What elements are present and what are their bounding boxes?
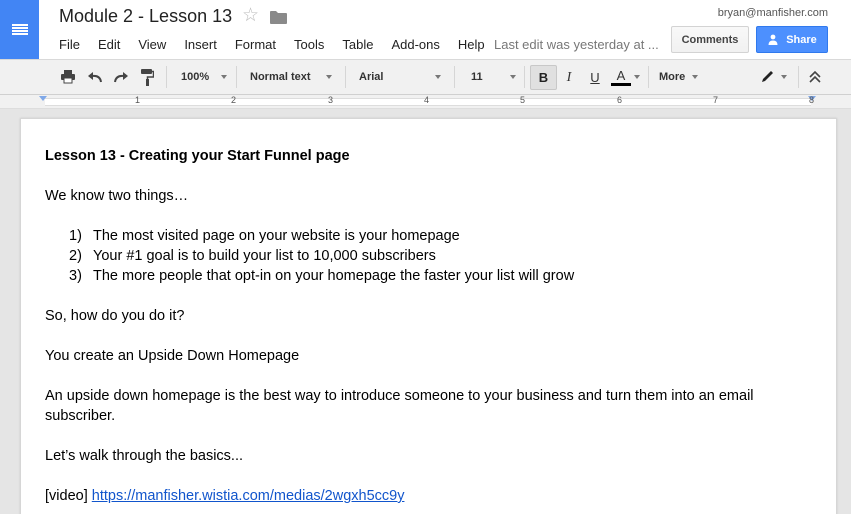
list-text: The most visited page on your website is… <box>93 228 460 244</box>
menu-tools[interactable]: Tools <box>285 37 333 52</box>
ruler-number: 6 <box>617 95 623 105</box>
ruler-number: 4 <box>424 95 430 105</box>
toolbar-divider <box>798 66 799 88</box>
docs-logo-icon[interactable] <box>0 0 39 59</box>
editing-mode-caret-icon[interactable] <box>781 75 787 79</box>
share-person-icon <box>768 34 778 45</box>
last-edit-status[interactable]: Last edit was yesterday at ... <box>494 37 659 52</box>
menu-bar: File Edit View Insert Format Tools Table… <box>50 36 494 52</box>
print-icon[interactable] <box>61 70 75 84</box>
list-text: Your #1 goal is to build your list to 10… <box>93 248 436 264</box>
text-color-label: A <box>616 68 626 83</box>
italic-button[interactable]: I <box>557 65 581 90</box>
text-color-swatch <box>611 83 631 86</box>
ruler-number: 8 <box>809 95 815 105</box>
zoom-select[interactable]: 100% <box>181 60 209 94</box>
list-item: 1) The most visited page on your website… <box>69 226 805 246</box>
numbered-list: 1) The most visited page on your website… <box>45 226 805 286</box>
toolbar-divider <box>454 66 455 88</box>
menu-table[interactable]: Table <box>333 37 382 52</box>
redo-icon[interactable] <box>113 71 129 83</box>
menu-format[interactable]: Format <box>226 37 285 52</box>
answer-paragraph: You create an Upside Down Homepage <box>45 348 300 364</box>
more-caret-icon[interactable] <box>692 75 698 79</box>
folder-icon[interactable] <box>270 11 287 24</box>
toolbar-divider <box>236 66 237 88</box>
document-title[interactable]: Module 2 - Lesson 13 <box>59 6 232 27</box>
video-paragraph: [video] https://manfisher.wistia.com/med… <box>45 486 805 506</box>
comments-button[interactable]: Comments <box>671 26 749 53</box>
video-prefix: [video] <box>45 488 88 504</box>
menu-help[interactable]: Help <box>449 37 494 52</box>
ruler-number: 2 <box>231 95 237 105</box>
share-label: Share <box>786 33 817 46</box>
text-color-button[interactable]: A <box>609 65 633 90</box>
ruler-number: 7 <box>713 95 719 105</box>
ruler: 1 2 3 4 5 6 7 8 <box>0 95 851 109</box>
more-button[interactable]: More <box>659 60 685 94</box>
list-number: 3) <box>69 268 82 284</box>
intro-paragraph: We know two things… <box>45 188 189 204</box>
menu-view[interactable]: View <box>129 37 175 52</box>
list-item: 2) Your #1 goal is to build your list to… <box>69 246 805 266</box>
star-icon[interactable]: ☆ <box>242 6 259 26</box>
font-size-select[interactable]: 11 <box>471 60 483 94</box>
font-select[interactable]: Arial <box>359 60 383 94</box>
bold-button[interactable]: B <box>530 65 557 90</box>
toolbar-divider <box>648 66 649 88</box>
style-caret-icon[interactable] <box>326 75 332 79</box>
header: Module 2 - Lesson 13 ☆ File Edit View In… <box>0 0 851 60</box>
undo-icon[interactable] <box>87 71 103 83</box>
document-page[interactable]: Lesson 13 - Creating your Start Funnel p… <box>20 118 837 514</box>
question-paragraph: So, how do you do it? <box>45 308 185 324</box>
share-button[interactable]: Share <box>756 26 828 53</box>
left-indent-marker-icon[interactable] <box>39 96 47 101</box>
explanation-paragraph: An upside down homepage is the best way … <box>45 388 754 424</box>
toolbar-divider <box>166 66 167 88</box>
font-caret-icon[interactable] <box>435 75 441 79</box>
paint-format-icon[interactable] <box>141 69 154 86</box>
list-number: 2) <box>69 248 82 264</box>
menu-insert[interactable]: Insert <box>175 37 226 52</box>
ruler-number: 1 <box>135 95 141 105</box>
video-link[interactable]: https://manfisher.wistia.com/medias/2wgx… <box>92 488 405 504</box>
menu-add-ons[interactable]: Add-ons <box>382 37 448 52</box>
underline-button[interactable]: U <box>583 65 607 90</box>
pen-icon[interactable] <box>760 70 776 84</box>
ruler-number: 3 <box>328 95 334 105</box>
lesson-heading: Lesson 13 - Creating your Start Funnel p… <box>45 148 350 164</box>
ruler-number: 5 <box>520 95 526 105</box>
text-color-caret-icon[interactable] <box>634 75 640 79</box>
list-text: The more people that opt-in on your home… <box>93 268 575 284</box>
zoom-caret-icon[interactable] <box>221 75 227 79</box>
collapse-icon[interactable] <box>808 70 822 84</box>
menu-file[interactable]: File <box>50 37 89 52</box>
list-number: 1) <box>69 228 82 244</box>
toolbar-divider <box>345 66 346 88</box>
style-select[interactable]: Normal text <box>250 60 311 94</box>
toolbar-divider <box>524 66 525 88</box>
menu-edit[interactable]: Edit <box>89 37 129 52</box>
user-email[interactable]: bryan@manfisher.com <box>718 7 828 19</box>
walkthrough-paragraph: Let’s walk through the basics... <box>45 448 244 464</box>
list-item: 3) The more people that opt-in on your h… <box>69 266 805 286</box>
toolbar: 100% Normal text Arial 11 B I U A More <box>0 59 851 95</box>
document-body[interactable]: Lesson 13 - Creating your Start Funnel p… <box>45 146 805 506</box>
size-caret-icon[interactable] <box>510 75 516 79</box>
